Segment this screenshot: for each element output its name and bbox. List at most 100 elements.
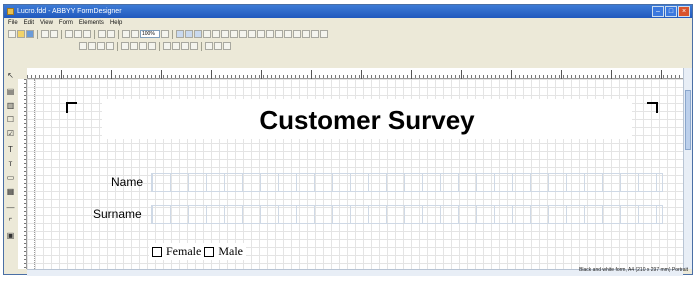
underline-icon[interactable] (106, 42, 114, 50)
grid-icon[interactable] (176, 30, 184, 38)
menu-elements[interactable]: Elements (79, 18, 104, 28)
bold-icon[interactable] (88, 42, 96, 50)
toolbar-separator (61, 29, 62, 39)
table-icon[interactable]: ▣ (6, 231, 15, 240)
same-width-icon[interactable] (257, 30, 265, 38)
same-size-icon[interactable] (275, 30, 283, 38)
zoom-dropdown-icon[interactable] (161, 30, 169, 38)
redo-icon[interactable] (107, 30, 115, 38)
form-canvas[interactable]: Customer Survey Name Surname Female Male (27, 79, 683, 269)
corner-mark-icon[interactable]: ⌜ (6, 217, 15, 226)
rulers-icon[interactable] (194, 30, 202, 38)
send-back-icon[interactable] (320, 30, 328, 38)
center-form-icon[interactable] (302, 30, 310, 38)
align-middle-icon[interactable] (239, 30, 247, 38)
align-center-icon[interactable] (212, 30, 220, 38)
copy-icon[interactable] (74, 30, 82, 38)
ruler-tick (611, 70, 612, 79)
align-bottom-icon[interactable] (248, 30, 256, 38)
zoom-out-icon[interactable] (131, 30, 139, 38)
menu-bar: File Edit View Form Elements Help (4, 18, 692, 28)
zoom-in-icon[interactable] (122, 30, 130, 38)
fill-icon[interactable] (190, 42, 198, 50)
formatting-toolbar (4, 40, 692, 52)
print-preview-icon[interactable] (50, 30, 58, 38)
menu-edit[interactable]: Edit (24, 18, 34, 28)
corner-mark-top-right[interactable] (647, 102, 658, 113)
toolbar-separator (172, 29, 173, 39)
undo-icon[interactable] (98, 30, 106, 38)
surname-label: Surname (93, 207, 142, 221)
line-tool-icon[interactable]: — (6, 203, 15, 212)
checkbox-icon[interactable]: ☑ (6, 129, 15, 138)
text-center-icon[interactable] (130, 42, 138, 50)
font-icon[interactable] (79, 42, 87, 50)
menu-help[interactable]: Help (110, 18, 122, 28)
snap-icon[interactable] (185, 30, 193, 38)
standard-toolbar: 100% (4, 28, 692, 40)
same-height-icon[interactable] (266, 30, 274, 38)
margin-guide (34, 79, 35, 269)
bring-front-icon[interactable] (311, 30, 319, 38)
menu-form[interactable]: Form (59, 18, 73, 28)
corner-mark-top-left[interactable] (66, 102, 77, 113)
close-icon[interactable]: × (678, 6, 690, 17)
window-title: Lucro.fdd - ABBYY FormDesigner (17, 8, 122, 15)
title-element[interactable]: Customer Survey (102, 99, 632, 139)
cut-icon[interactable] (65, 30, 73, 38)
border-style-icon[interactable] (172, 42, 180, 50)
ruler-tick (61, 70, 62, 79)
comb-field-icon[interactable]: ▥ (6, 101, 15, 110)
paste-icon[interactable] (83, 30, 91, 38)
print-icon[interactable] (41, 30, 49, 38)
menu-file[interactable]: File (8, 18, 18, 28)
menu-view[interactable]: View (40, 18, 53, 28)
line-width-icon[interactable] (181, 42, 189, 50)
properties-icon[interactable] (223, 42, 231, 50)
align-top-icon[interactable] (230, 30, 238, 38)
maximize-icon[interactable]: □ (665, 6, 677, 17)
surname-field[interactable] (151, 205, 663, 224)
border-icon[interactable] (163, 42, 171, 50)
barcode-icon[interactable]: ▭ (6, 173, 15, 182)
align-left-icon[interactable] (203, 30, 211, 38)
vertical-scroll-thumb[interactable] (685, 90, 691, 150)
text-field-icon[interactable]: ▤ (6, 87, 15, 96)
cells-icon[interactable] (214, 42, 222, 50)
toolbar-separator (118, 29, 119, 39)
ruler-tick (661, 70, 662, 79)
title-bar: Lucro.fdd - ABBYY FormDesigner – □ × (4, 5, 692, 18)
toolbar-separator (37, 29, 38, 39)
name-field[interactable] (151, 173, 663, 192)
new-icon[interactable] (8, 30, 16, 38)
vertical-scrollbar[interactable] (683, 68, 692, 269)
space-across-icon[interactable] (284, 30, 292, 38)
align-right-icon[interactable] (221, 30, 229, 38)
ruler-tick (411, 70, 412, 79)
male-label: Male (218, 244, 243, 258)
open-icon[interactable] (17, 30, 25, 38)
text-tool-icon[interactable]: T (6, 145, 15, 154)
space-down-icon[interactable] (293, 30, 301, 38)
checkbox-icon[interactable]: ☐ (6, 115, 15, 124)
ruler-tick (261, 70, 262, 79)
save-icon[interactable] (26, 30, 34, 38)
vertical-ruler (18, 79, 27, 269)
text-justify-icon[interactable] (148, 42, 156, 50)
pointer-icon[interactable]: ↖ (6, 71, 15, 80)
ruler-tick (111, 70, 112, 79)
toolbar-separator (201, 41, 202, 51)
male-checkbox[interactable] (204, 246, 215, 257)
zoom-select[interactable]: 100% (140, 30, 160, 38)
female-label: Female (166, 244, 202, 258)
comb-icon[interactable] (205, 42, 213, 50)
text-left-icon[interactable] (121, 42, 129, 50)
text-tool-icon[interactable]: ᴛ (6, 159, 15, 168)
italic-icon[interactable] (97, 42, 105, 50)
minimize-icon[interactable]: – (652, 6, 664, 17)
ruler-tick (361, 70, 362, 79)
image-icon[interactable]: ▦ (6, 187, 15, 196)
text-right-icon[interactable] (139, 42, 147, 50)
ruler-tick (511, 70, 512, 79)
female-checkbox[interactable] (152, 246, 162, 257)
